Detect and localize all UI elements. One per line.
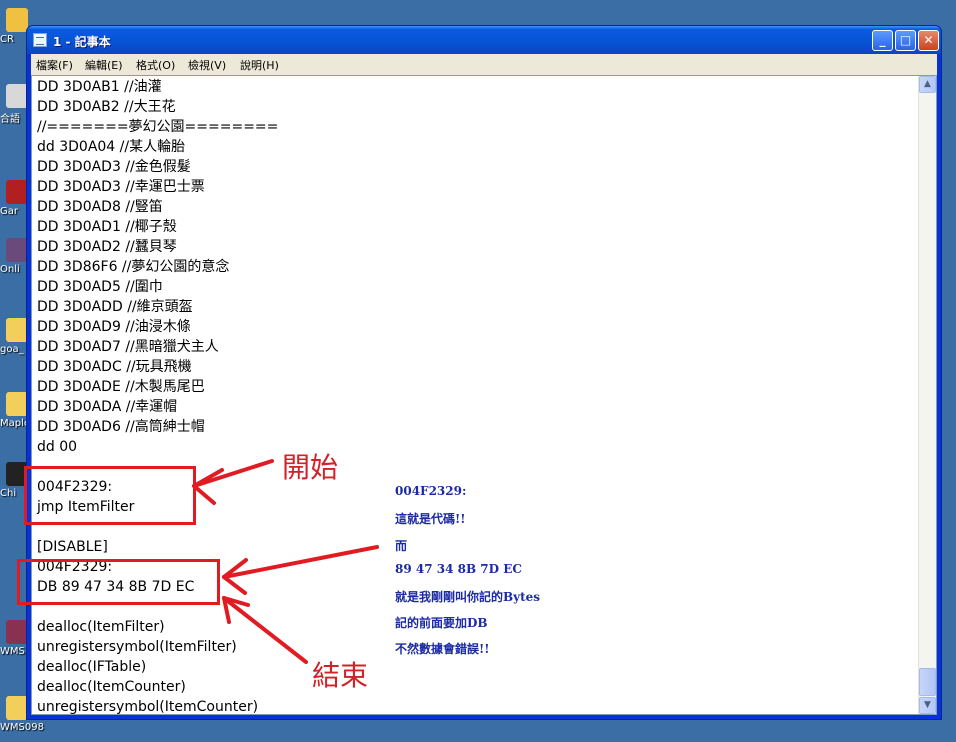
note-line: 就是我剛剛叫你記的Bytes (395, 590, 541, 604)
start-arrow (192, 459, 274, 488)
note-line: 記的前面要加DB (395, 616, 488, 630)
start-label: 開始 (282, 451, 339, 484)
end-label: 結束 (312, 659, 369, 692)
note-line: 不然數據會錯誤!! (395, 642, 490, 656)
note-arrow (222, 545, 379, 579)
note-line: 而 (395, 539, 408, 553)
end-arrow (222, 596, 308, 664)
note-line: 89 47 34 8B 7D EC (395, 562, 522, 576)
note-line: 這就是代碼!! (395, 512, 466, 526)
note-line: 004F2329: (395, 484, 467, 498)
